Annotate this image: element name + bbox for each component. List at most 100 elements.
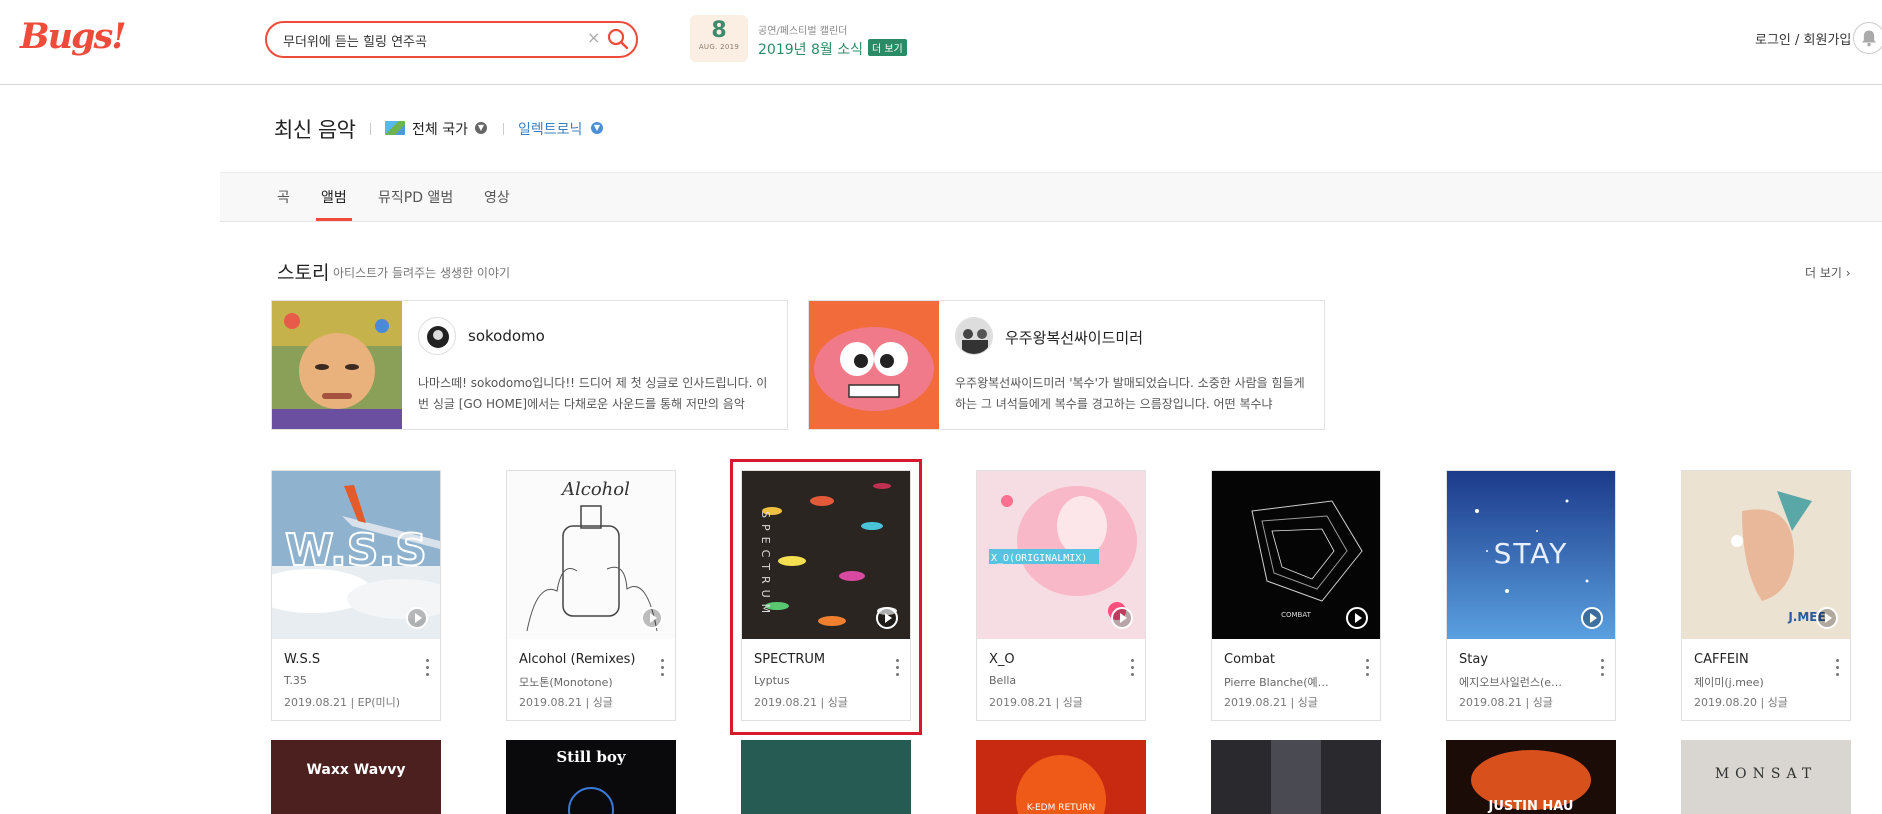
more-options-icon[interactable] (1601, 659, 1605, 677)
album-release-info: 2019.08.21 | 싱글 (989, 696, 1083, 709)
cover-title-text: Still boy (556, 748, 627, 766)
cover-title-text: K-EDM RETURN (1027, 803, 1095, 813)
more-options-icon[interactable] (1131, 659, 1135, 677)
album-release-info: 2019.08.21 | 싱글 (1224, 696, 1318, 709)
album-card[interactable]: JUSTIN HAU (1446, 740, 1616, 814)
album-cover-image: Waxx Wavvy (271, 740, 441, 814)
play-icon[interactable] (1816, 607, 1838, 629)
album-release-info: 2019.08.21 | 싱글 (754, 696, 848, 709)
more-options-icon[interactable] (426, 659, 430, 677)
divider (370, 123, 371, 135)
calendar-news-label: 2019년 8월 소식 (758, 42, 863, 58)
page-title: 최신 음악 (274, 118, 356, 142)
album-title[interactable]: SPECTRUM (754, 652, 884, 667)
calendar-caption: 공연/페스티벌 캘린더 (758, 26, 848, 37)
story-artist-name[interactable]: sokodomo (468, 327, 545, 345)
calendar-day: 8 (711, 18, 727, 43)
album-title[interactable]: X_O (989, 652, 1119, 667)
calendar-more-button[interactable]: 더 보기 (867, 39, 907, 56)
album-card[interactable]: STAY Stay 에지오브사일런스(e… 2019.08.21 | 싱글 (1446, 470, 1616, 721)
album-title[interactable]: Combat (1224, 652, 1354, 667)
more-options-icon[interactable] (1366, 659, 1370, 677)
story-card[interactable]: 우주왕복선싸이드미러 우주왕복선싸이드미러 '복수'가 발매되었습니다. 소중한… (808, 300, 1325, 430)
album-card[interactable] (1211, 740, 1381, 814)
play-icon[interactable] (1111, 607, 1133, 629)
story-card[interactable]: sokodomo 나마스떼! sokodomo입니다!! 드디어 제 첫 싱글로… (271, 300, 788, 430)
globe-flag-icon (385, 121, 405, 135)
tab-songs[interactable]: 곡 (277, 187, 290, 207)
play-icon[interactable] (876, 607, 898, 629)
story-excerpt: 나마스떼! sokodomo입니다!! 드디어 제 첫 싱글로 인사드립니다. … (418, 376, 768, 411)
search-icon[interactable] (606, 27, 630, 51)
album-card[interactable] (741, 740, 911, 814)
album-cover-image: K-EDM RETURN (976, 740, 1146, 814)
album-card[interactable]: K-EDM RETURN (976, 740, 1146, 814)
album-title[interactable]: CAFFEIN (1694, 652, 1824, 667)
album-cover-image (1211, 740, 1381, 814)
avatar (418, 317, 456, 355)
more-options-icon[interactable] (1836, 659, 1840, 677)
cover-title-text: Alcohol (560, 479, 630, 500)
tab-videos[interactable]: 영상 (484, 187, 510, 207)
album-release-info: 2019.08.21 | EP(미니) (284, 696, 401, 709)
tab-albums[interactable]: 앨범 (321, 187, 347, 207)
album-card[interactable]: SPECTRUM SPECTRUM Lyptus 2019.08.21 | 싱글 (741, 470, 911, 721)
play-icon[interactable] (406, 607, 428, 629)
calendar-date-badge[interactable]: 8 AUG. 2019 (690, 15, 748, 62)
chevron-down-icon[interactable]: ▼ (591, 122, 603, 134)
bell-icon[interactable] (1853, 22, 1882, 54)
album-card[interactable]: MONSAT (1681, 740, 1851, 814)
album-artist[interactable]: Bella (989, 674, 1119, 687)
story-artwork-image (809, 301, 939, 429)
tab-bar: 곡 앨범 뮤직PD 앨범 영상 (220, 172, 1882, 222)
play-icon[interactable] (1346, 607, 1368, 629)
more-options-icon[interactable] (896, 659, 900, 677)
album-release-info: 2019.08.21 | 싱글 (1459, 696, 1553, 709)
active-tab-indicator (316, 218, 352, 221)
genre-filter[interactable]: 일렉트로닉 (518, 119, 582, 139)
chevron-down-icon[interactable]: ▼ (475, 122, 487, 134)
cover-title-text: Waxx Wavvy (306, 762, 405, 778)
story-artwork-image (272, 301, 402, 429)
album-title[interactable]: W.S.S (284, 652, 414, 667)
album-card[interactable]: Waxx Wavvy (271, 740, 441, 814)
login-signup-link[interactable]: 로그인 / 회원가입 (1755, 29, 1851, 48)
play-icon[interactable] (641, 607, 663, 629)
album-card[interactable]: X_O(ORIGINALMIX) X_O Bella 2019.08.21 | … (976, 470, 1146, 721)
album-artist[interactable]: 에지오브사일런스(e… (1459, 674, 1589, 690)
calendar-month: AUG. 2019 (698, 43, 740, 51)
calendar-news-link[interactable]: 2019년 8월 소식 더 보기 (758, 39, 907, 59)
album-card[interactable]: J.MEE CAFFEIN 제이미(j.mee) 2019.08.20 | 싱글 (1681, 470, 1851, 721)
clear-icon[interactable]: × (587, 28, 600, 47)
album-title[interactable]: Stay (1459, 652, 1589, 667)
story-artist-name[interactable]: 우주왕복선싸이드미러 (1005, 327, 1143, 348)
cover-title-text: STAY (1494, 537, 1569, 570)
country-filter[interactable]: 전체 국가 (412, 119, 468, 139)
cover-title-text: JUSTIN HAU (1488, 799, 1574, 814)
cover-title-text: W.S.S (285, 525, 427, 576)
album-card[interactable]: W.S.S W.S.S T.35 2019.08.21 | EP(미니) (271, 470, 441, 721)
album-title[interactable]: Alcohol (Remixes) (519, 652, 649, 667)
album-card[interactable]: Still boy (506, 740, 676, 814)
album-cover-image (741, 740, 911, 814)
album-artist[interactable]: Lyptus (754, 674, 884, 687)
top-header: Bugs! × 8 AUG. 2019 공연/페스티벌 캘린더 2019년 8월… (0, 0, 1882, 85)
album-artist[interactable]: 제이미(j.mee) (1694, 674, 1824, 690)
search-input[interactable] (283, 29, 573, 51)
album-artist[interactable]: Pierre Blanche(예… (1224, 674, 1354, 690)
album-card[interactable]: COMBAT Combat Pierre Blanche(예… 2019.08.… (1211, 470, 1381, 721)
cover-title-text: MONSAT (1715, 766, 1817, 782)
album-artist[interactable]: 모노톤(Monotone) (519, 674, 649, 690)
bugs-logo[interactable]: Bugs! (20, 16, 127, 57)
album-release-info: 2019.08.20 | 싱글 (1694, 696, 1788, 709)
cover-title-text: COMBAT (1281, 611, 1311, 619)
album-artist[interactable]: T.35 (284, 674, 414, 687)
story-more-link[interactable]: 더 보기 › (1805, 264, 1851, 281)
story-section-subtitle: 아티스트가 들려주는 생생한 이야기 (333, 266, 511, 280)
tab-musicpd-albums[interactable]: 뮤직PD 앨범 (378, 187, 453, 207)
cover-title-text: X_O(ORIGINALMIX) (991, 553, 1087, 564)
play-icon[interactable] (1581, 607, 1603, 629)
album-cover-image: Still boy (506, 740, 676, 814)
more-options-icon[interactable] (661, 659, 665, 677)
album-card[interactable]: Alcohol Alcohol (Remixes) 모노톤(Monotone) … (506, 470, 676, 721)
